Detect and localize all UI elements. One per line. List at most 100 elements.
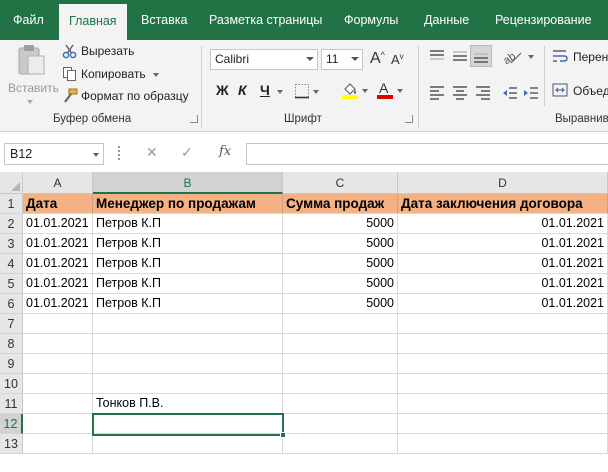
insert-function-button[interactable]: fx — [219, 144, 231, 159]
cell-b9[interactable] — [93, 354, 283, 374]
row-header-10[interactable]: 10 — [0, 374, 23, 394]
select-all-button[interactable] — [0, 172, 23, 194]
cell-d10[interactable] — [398, 374, 608, 394]
column-header-a[interactable]: A — [23, 172, 93, 194]
row-header-6[interactable]: 6 — [0, 294, 23, 314]
cell-c2[interactable]: 5000 — [283, 214, 398, 234]
cell-a1[interactable]: Дата — [23, 194, 93, 214]
cell-d4[interactable]: 01.01.2021 — [398, 254, 608, 274]
copy-button[interactable]: Копировать — [60, 66, 170, 84]
cell-b11[interactable]: Тонков П.В. — [93, 394, 283, 414]
cell-d5[interactable]: 01.01.2021 — [398, 274, 608, 294]
row-header-8[interactable]: 8 — [0, 334, 23, 354]
cell-b4[interactable]: Петров К.П — [93, 254, 283, 274]
cell-b7[interactable] — [93, 314, 283, 334]
cell-d12[interactable] — [398, 414, 608, 434]
font-launcher-icon[interactable] — [405, 115, 413, 123]
cell-a12[interactable] — [23, 414, 93, 434]
active-cell-b12[interactable] — [92, 413, 286, 438]
tab-data[interactable]: Данные — [424, 0, 469, 40]
cell-a11[interactable] — [23, 394, 93, 414]
row-header-12[interactable]: 12 — [0, 414, 23, 434]
cell-a9[interactable] — [23, 354, 93, 374]
cell-d3[interactable]: 01.01.2021 — [398, 234, 608, 254]
fill-color-button[interactable] — [341, 81, 369, 101]
wrap-text-button[interactable]: Перен — [552, 48, 608, 68]
align-center-icon[interactable] — [451, 85, 469, 101]
row-header-13[interactable]: 13 — [0, 434, 23, 454]
tab-review[interactable]: Рецензирование — [495, 0, 592, 40]
confirm-entry-button[interactable]: ✓ — [181, 144, 193, 161]
cell-b1[interactable]: Менеджер по продажам — [93, 194, 283, 214]
orientation-icon[interactable]: ab — [501, 48, 525, 66]
cell-c9[interactable] — [283, 354, 398, 374]
column-header-b[interactable]: B — [93, 172, 283, 194]
grow-font-button[interactable]: A^ — [370, 50, 385, 68]
underline-button[interactable]: Ч — [260, 82, 270, 98]
cell-a8[interactable] — [23, 334, 93, 354]
cell-d9[interactable] — [398, 354, 608, 374]
cell-c7[interactable] — [283, 314, 398, 334]
merge-button[interactable]: Объед — [552, 82, 608, 102]
cell-c5[interactable]: 5000 — [283, 274, 398, 294]
column-header-d[interactable]: D — [398, 172, 608, 194]
cell-c12[interactable] — [283, 414, 398, 434]
cell-c4[interactable]: 5000 — [283, 254, 398, 274]
cell-a5[interactable]: 01.01.2021 — [23, 274, 93, 294]
font-color-button[interactable]: A — [376, 80, 404, 101]
tab-home[interactable]: Главная — [59, 4, 127, 40]
borders-button[interactable] — [294, 83, 320, 101]
cell-b5[interactable]: Петров К.П — [93, 274, 283, 294]
cell-d13[interactable] — [398, 434, 608, 454]
cell-b13[interactable] — [93, 434, 283, 454]
cell-a13[interactable] — [23, 434, 93, 454]
cell-a10[interactable] — [23, 374, 93, 394]
italic-button[interactable]: К — [238, 82, 247, 98]
cell-b3[interactable]: Петров К.П — [93, 234, 283, 254]
cell-c8[interactable] — [283, 334, 398, 354]
cell-d2[interactable]: 01.01.2021 — [398, 214, 608, 234]
tab-formulas[interactable]: Формулы — [344, 0, 398, 40]
formula-input[interactable] — [246, 143, 608, 165]
cell-a3[interactable]: 01.01.2021 — [23, 234, 93, 254]
cell-d11[interactable] — [398, 394, 608, 414]
cell-c1[interactable]: Сумма продаж — [283, 194, 398, 214]
cell-c11[interactable] — [283, 394, 398, 414]
cut-button[interactable]: Вырезать — [60, 43, 150, 61]
align-middle-icon[interactable] — [451, 49, 469, 65]
row-header-1[interactable]: 1 — [0, 194, 23, 214]
cell-b8[interactable] — [93, 334, 283, 354]
decrease-indent-icon[interactable] — [501, 85, 519, 101]
align-top-icon[interactable] — [428, 49, 446, 65]
row-header-9[interactable]: 9 — [0, 354, 23, 374]
row-header-7[interactable]: 7 — [0, 314, 23, 334]
cell-d1[interactable]: Дата заключения договора — [398, 194, 608, 214]
align-right-icon[interactable] — [474, 85, 492, 101]
cell-c3[interactable]: 5000 — [283, 234, 398, 254]
row-header-3[interactable]: 3 — [0, 234, 23, 254]
cell-b6[interactable]: Петров К.П — [93, 294, 283, 314]
font-size-combo[interactable]: 11 — [321, 49, 363, 70]
shrink-font-button[interactable]: Av — [391, 52, 404, 67]
align-bottom-button[interactable] — [470, 45, 492, 67]
row-header-5[interactable]: 5 — [0, 274, 23, 294]
tab-file[interactable]: Файл — [13, 0, 44, 40]
align-left-icon[interactable] — [428, 85, 446, 101]
tab-insert[interactable]: Вставка — [141, 0, 187, 40]
cancel-entry-button[interactable]: ✕ — [146, 144, 158, 161]
format-painter-button[interactable]: Формат по образцу — [60, 88, 195, 106]
cell-a2[interactable]: 01.01.2021 — [23, 214, 93, 234]
clipboard-launcher-icon[interactable] — [190, 115, 198, 123]
row-header-11[interactable]: 11 — [0, 394, 23, 414]
cell-c6[interactable]: 5000 — [283, 294, 398, 314]
font-name-combo[interactable]: Calibri — [210, 49, 318, 70]
cell-d6[interactable]: 01.01.2021 — [398, 294, 608, 314]
cell-a4[interactable]: 01.01.2021 — [23, 254, 93, 274]
worksheet-grid[interactable]: A B C D 1 2 3 4 5 6 7 8 9 10 11 12 13 Да… — [0, 172, 608, 472]
cell-a7[interactable] — [23, 314, 93, 334]
cell-b10[interactable] — [93, 374, 283, 394]
row-header-2[interactable]: 2 — [0, 214, 23, 234]
row-header-4[interactable]: 4 — [0, 254, 23, 274]
fill-handle[interactable] — [280, 432, 286, 438]
paste-button[interactable]: Вставить — [6, 44, 59, 108]
